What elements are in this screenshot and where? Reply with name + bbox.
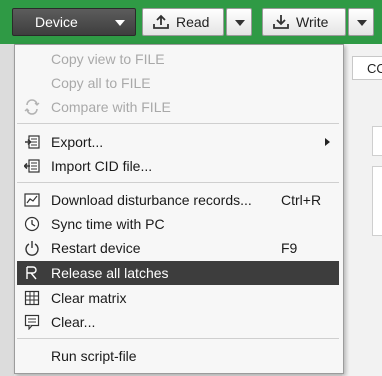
menu-item-import-cid[interactable]: Import CID file... (17, 154, 339, 178)
write-button-label: Write (296, 14, 329, 30)
read-button[interactable]: Read (142, 8, 224, 36)
menu-item-run-script[interactable]: Run script-file (17, 344, 339, 368)
clock-icon (24, 216, 40, 232)
read-dropdown-button[interactable] (226, 8, 252, 36)
power-icon (25, 241, 39, 256)
menu-item-clear-matrix[interactable]: Clear matrix (17, 286, 339, 310)
menu-item-copy-all[interactable]: Copy all to FILE (17, 71, 339, 95)
export-icon (25, 135, 40, 149)
submenu-arrow-icon (325, 138, 330, 146)
write-icon (273, 15, 289, 29)
menu-separator (17, 182, 339, 183)
menu-item-clear[interactable]: Clear... (17, 310, 339, 334)
menu-item-copy-view[interactable]: Copy view to FILE (17, 47, 339, 71)
menu-shortcut: F9 (281, 240, 298, 256)
latch-icon (26, 266, 37, 280)
import-icon (24, 159, 40, 173)
chevron-down-icon (115, 20, 125, 26)
device-dropdown-menu: Copy view to FILE Copy all to FILE Compa… (14, 44, 344, 374)
menu-item-restart-device[interactable]: Restart device F9 (17, 236, 339, 260)
write-dropdown-button[interactable] (348, 8, 374, 36)
grid-icon (24, 290, 40, 306)
menu-shortcut: Ctrl+R (281, 192, 322, 208)
read-button-label: Read (176, 14, 210, 30)
menu-separator (17, 123, 339, 124)
device-button-label: Device (35, 14, 78, 30)
menu-item-compare[interactable]: Compare with FILE (17, 95, 339, 119)
background-panel-box (372, 166, 382, 236)
chevron-down-icon (357, 20, 367, 26)
device-menu-button[interactable]: Device (12, 8, 136, 36)
compare-icon (24, 99, 40, 115)
background-field (372, 126, 382, 156)
toolbar: Device Read Write (0, 0, 382, 44)
menu-item-release-latches[interactable]: Release all latches (17, 261, 339, 285)
left-panel-edge (0, 44, 14, 376)
background-tab[interactable]: CO (352, 56, 382, 80)
menu-item-download-disturbance[interactable]: Download disturbance records... Ctrl+R (17, 188, 339, 212)
menu-item-export[interactable]: Export... (17, 130, 339, 154)
chart-icon (24, 193, 40, 207)
chevron-down-icon (235, 20, 245, 26)
clear-icon (24, 314, 40, 330)
write-button[interactable]: Write (262, 8, 346, 36)
read-icon (153, 14, 169, 29)
menu-item-sync-time[interactable]: Sync time with PC (17, 212, 339, 236)
menu-separator (17, 338, 339, 339)
